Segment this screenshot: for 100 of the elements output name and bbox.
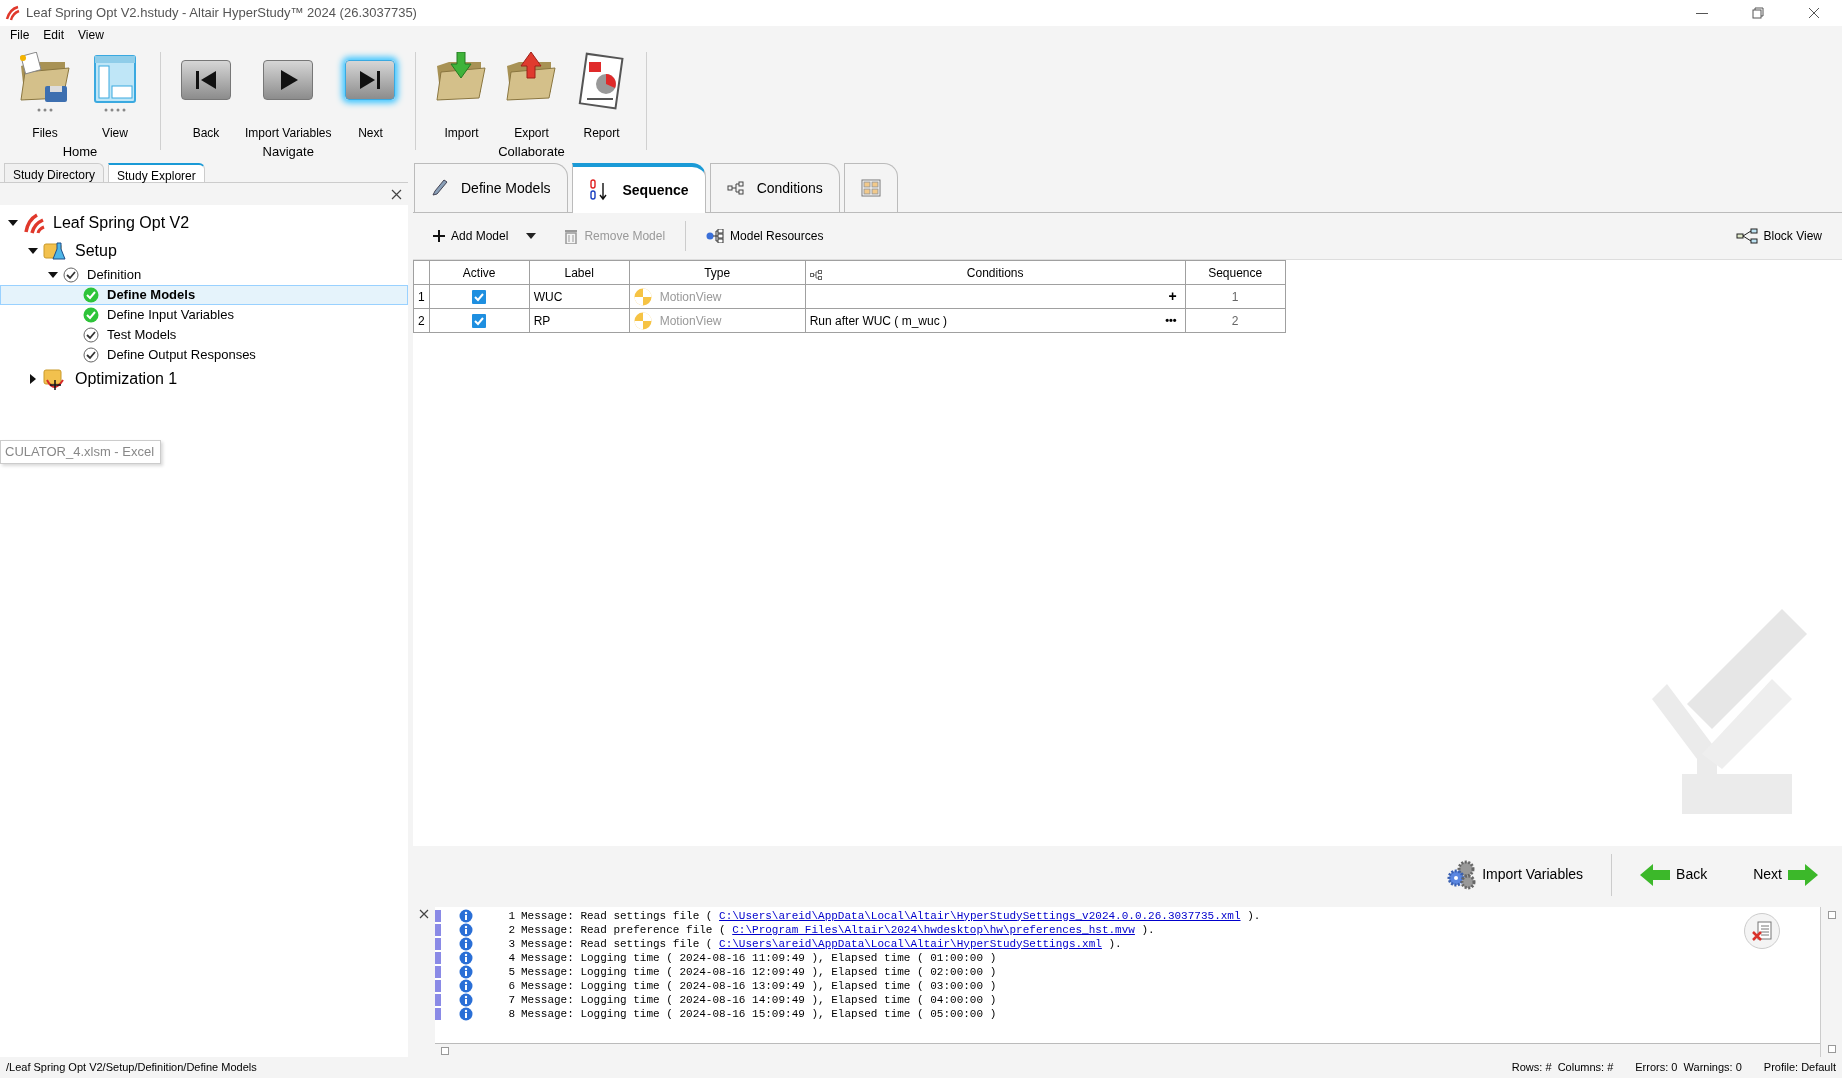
log-marker — [435, 994, 441, 1006]
clear-list-icon — [1751, 920, 1773, 942]
add-condition-button[interactable]: ••• — [1165, 312, 1181, 329]
panel-tab[interactable]: Study Explorer — [108, 163, 205, 182]
status-text: Profile: Default — [1763, 1060, 1836, 1076]
app-logo-icon — [4, 5, 20, 21]
ribbon-button[interactable]: Next — [339, 52, 402, 142]
restore-icon — [1751, 6, 1765, 20]
checkbox[interactable] — [472, 290, 487, 305]
log-message: Message: Read settings file ( C:\Users\areid\AppData\Local\Altair\HyperStudySettings_v2024.0.0.26.3037735.xml ). — [521, 908, 1261, 924]
log-message: Message: Logging time ( 2024-08-16 15:09:49 ), Elapsed time ( 05:00:00 ) — [521, 1006, 997, 1022]
row-number: 2 — [413, 308, 430, 333]
table-cell: 1 — [1185, 284, 1286, 309]
nav-button[interactable]: Next — [1745, 859, 1826, 890]
right-arrow-icon — [1788, 863, 1818, 886]
row-number: 1 — [413, 284, 430, 309]
tree-item[interactable]: Define Models — [0, 285, 408, 305]
ribbon-button[interactable]: Report — [570, 52, 633, 142]
tree-item[interactable]: Leaf Spring Opt V2 — [0, 209, 408, 237]
file-link[interactable]: C:\Program Files\Altair\2024\hwdesktop\hw\preferences_hst.mvw — [732, 923, 1135, 936]
expanded-arrow-icon[interactable] — [28, 246, 38, 256]
table-cell: WUC — [529, 284, 630, 309]
ribbon-button[interactable]: Back — [175, 52, 237, 142]
info-icon — [459, 978, 473, 993]
tree-item[interactable]: Test Models — [0, 325, 408, 345]
minimize-icon — [1696, 12, 1708, 14]
toolbar-button[interactable]: Add Model — [429, 225, 513, 247]
group-label: Home — [62, 143, 98, 161]
status-path: /Leaf Spring Opt V2/Setup/Definition/Define Models — [6, 1060, 258, 1076]
ribbon-button[interactable]: View — [84, 52, 146, 142]
column-header: Type — [704, 265, 731, 280]
motion-ball-icon — [633, 287, 652, 306]
log-marker — [435, 966, 441, 978]
log-marker — [435, 1008, 441, 1020]
scroll-left-icon[interactable] — [441, 1047, 449, 1056]
table-cell-text: Run after WUC ( m_wuc ) — [809, 312, 948, 330]
log-message: Message: Read settings file ( C:\Users\areid\AppData\Local\Altair\HyperStudySettings.xml ). — [521, 936, 1122, 952]
ribbon-button[interactable]: Import Variables — [245, 52, 332, 142]
close-icon[interactable] — [419, 909, 429, 919]
column-header: Conditions — [966, 265, 1024, 280]
block-diagram-icon — [1735, 228, 1758, 244]
add-condition-button[interactable]: + — [1168, 286, 1181, 307]
info-icon — [459, 992, 473, 1007]
block-view-button[interactable]: Block View — [1731, 225, 1826, 247]
ribbon-button[interactable]: Files — [14, 52, 76, 142]
line-number: 6 — [507, 978, 515, 994]
tree-item[interactable]: Setup — [0, 237, 408, 265]
tab[interactable]: Define Models — [414, 163, 568, 212]
scroll-down-icon[interactable] — [1827, 1045, 1836, 1053]
motion-ball-icon — [633, 311, 652, 330]
log-message: Message: Logging time ( 2024-08-16 14:09:49 ), Elapsed time ( 04:00:00 ) — [521, 992, 997, 1008]
nav-button[interactable]: Back — [1632, 859, 1716, 890]
group-label: Collaborate — [498, 143, 565, 161]
menu-item[interactable]: Edit — [43, 26, 65, 44]
gears-icon — [1446, 859, 1477, 890]
window-title: Leaf Spring Opt V2.hstudy - Altair HyperStudy™ 2024 (26.3037735) — [26, 4, 417, 23]
folder-curve-icon — [43, 368, 67, 390]
grid-layout-icon — [860, 179, 881, 197]
checkbox[interactable] — [472, 314, 487, 329]
tree-item[interactable]: Optimization 1 — [0, 365, 408, 393]
status-text: Rows: # Columns: # — [1511, 1060, 1614, 1076]
info-icon — [459, 922, 473, 937]
close-icon[interactable] — [391, 188, 402, 200]
trash-icon — [564, 228, 579, 244]
log-marker — [435, 938, 441, 950]
tab[interactable]: Sequence — [571, 163, 706, 213]
menu-item[interactable]: View — [78, 26, 104, 44]
menu-item[interactable]: File — [10, 26, 30, 44]
tab[interactable] — [843, 163, 898, 212]
tab[interactable]: Conditions — [709, 163, 840, 212]
folder-flask-icon — [43, 240, 67, 262]
column-header: Label — [564, 265, 594, 280]
log-message: Message: Logging time ( 2024-08-16 11:09:49 ), Elapsed time ( 01:00:00 ) — [521, 950, 997, 966]
column-header: Active — [462, 265, 496, 280]
dropdown-caret-icon[interactable] — [526, 233, 537, 239]
scroll-up-icon[interactable] — [1827, 911, 1836, 919]
tree-item[interactable]: Define Output Responses — [0, 345, 408, 365]
collapsed-arrow-icon[interactable] — [28, 374, 38, 384]
expanded-arrow-icon[interactable] — [8, 218, 18, 228]
tree-item[interactable]: Definition — [0, 265, 408, 285]
ribbon-button[interactable]: Export — [500, 52, 563, 142]
log-message: Message: Read preference file ( C:\Program Files\Altair\2024\hwdesktop\hw\preferences_hst.mvw ). — [521, 922, 1155, 938]
more-icon — [36, 108, 54, 112]
table-cell-text: MotionView — [659, 312, 722, 330]
ribbon-button[interactable]: Import — [430, 52, 493, 142]
tree-item[interactable]: Define Input Variables — [0, 305, 408, 325]
file-link[interactable]: C:\Users\areid\AppData\Local\Altair\HyperStudySettings.xml — [719, 937, 1102, 950]
pen-icon — [431, 179, 449, 197]
tooltip: CULATOR_4.xlsm - Excel — [0, 440, 162, 464]
file-link[interactable]: C:\Users\areid\AppData\Local\Altair\HyperStudySettings_v2024.0.0.26.3037735.xml — [719, 909, 1241, 922]
line-number: 3 — [507, 936, 515, 952]
panel-tab[interactable]: Study Directory — [4, 163, 105, 182]
nav-button[interactable]: Import Variables — [1438, 855, 1592, 894]
expanded-arrow-icon[interactable] — [48, 270, 58, 280]
left-arrow-icon — [1640, 863, 1671, 886]
line-number: 4 — [507, 950, 515, 966]
log-marker — [435, 910, 441, 922]
clear-log-button[interactable] — [1744, 913, 1780, 949]
more-icon — [103, 108, 127, 112]
toolbar-button[interactable]: Model Resources — [702, 225, 828, 247]
